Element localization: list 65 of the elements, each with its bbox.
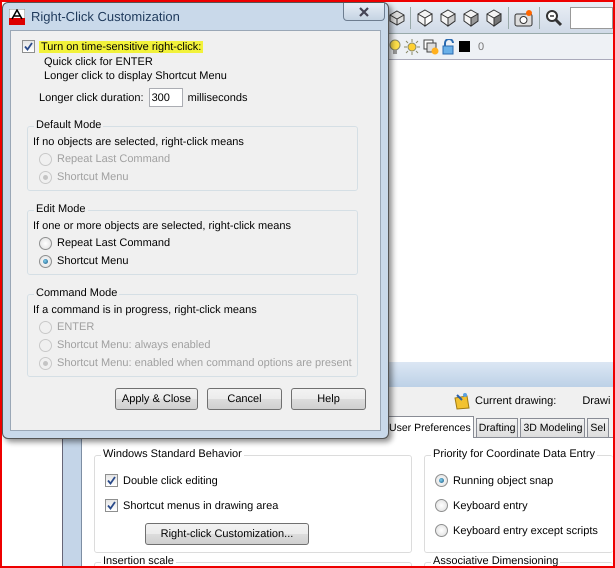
toolbar-field[interactable]	[570, 6, 613, 28]
cube-icon	[416, 8, 434, 26]
tab[interactable]: User Preferences	[386, 416, 474, 438]
close-button[interactable]	[343, 3, 385, 21]
duration-field[interactable]: 300	[148, 88, 183, 107]
checkbox[interactable]	[105, 499, 118, 512]
tab[interactable]: Sel	[587, 418, 609, 437]
radio-label: Keyboard entry	[453, 500, 528, 512]
field-label: Longer click duration:	[39, 92, 144, 104]
radio-button[interactable]	[435, 474, 448, 487]
layer-name: 0	[478, 40, 484, 52]
group-description: If a command is in progress, right-click means	[33, 304, 258, 316]
cube-icon	[462, 8, 480, 26]
group-description: If one or more objects are selected, right-click means	[33, 220, 292, 232]
radio-label: Shortcut Menu: enabled when command options are present	[57, 357, 352, 369]
group-title: Priority for Coordinate Data Entry	[431, 448, 598, 460]
radio-button[interactable]	[39, 236, 52, 250]
group-title: Default Mode	[34, 119, 104, 131]
group-title: Insertion scale	[101, 555, 176, 566]
cube-icon	[485, 8, 503, 26]
sun-icon	[404, 38, 420, 54]
close-icon	[358, 6, 370, 16]
radio-button[interactable]	[435, 524, 448, 537]
radio-label: Repeat Last Command	[57, 237, 170, 249]
checkbox-label: Turn on time-sensitive right-click:	[39, 40, 204, 52]
hint-text: Longer click to display Shortcut Menu	[44, 70, 228, 82]
group-title: Associative Dimensioning	[431, 555, 560, 566]
camera-icon	[514, 8, 534, 26]
hint-text: Quick click for ENTER	[44, 56, 154, 68]
checkbox-label: Double click editing	[123, 474, 218, 486]
lightbulb-icon	[389, 38, 401, 54]
radio-label: Running object snap	[453, 474, 554, 486]
app-icon	[9, 8, 25, 24]
window-title: Right-Click Customization	[31, 9, 180, 24]
radio-label: Shortcut Menu: always enabled	[57, 339, 210, 351]
drawing-icon	[453, 392, 471, 410]
radio-label: Repeat Last Command	[57, 153, 170, 165]
tab[interactable]: Drafting	[476, 418, 518, 437]
radio-label: Shortcut Menu	[57, 171, 129, 183]
checkbox[interactable]	[22, 40, 35, 53]
radio-button[interactable]	[39, 254, 52, 268]
current-drawing-name: Drawi	[582, 395, 610, 407]
dialog-button[interactable]: Cancel	[207, 388, 282, 410]
group-title: Edit Mode	[34, 203, 88, 215]
tab[interactable]: 3D Modeling	[520, 418, 586, 437]
cube-icon	[389, 10, 405, 26]
color-swatch-icon	[459, 41, 470, 52]
dialog-button[interactable]: Help	[291, 388, 366, 410]
unit-label: milliseconds	[188, 92, 248, 104]
dialog-button[interactable]: Apply & Close	[114, 388, 198, 410]
cube-icon	[439, 8, 457, 26]
customization-button[interactable]: Right-click Customization...	[145, 523, 309, 545]
group-description: If no objects are selected, right-click means	[33, 136, 245, 148]
checkbox[interactable]	[105, 474, 118, 487]
zoom-icon	[545, 8, 563, 26]
lock-icon	[442, 38, 456, 54]
layers-icon	[423, 38, 439, 54]
radio-label: Keyboard entry except scripts	[453, 524, 598, 536]
radio-label: Shortcut Menu	[57, 255, 129, 267]
radio-button[interactable]	[435, 499, 448, 512]
checkbox-label: Shortcut menus in drawing area	[123, 500, 278, 512]
radio-label: ENTER	[57, 321, 94, 333]
group-title: Command Mode	[34, 287, 120, 299]
current-drawing-label: Current drawing:	[475, 395, 556, 407]
group-title: Windows Standard Behavior	[101, 448, 244, 460]
